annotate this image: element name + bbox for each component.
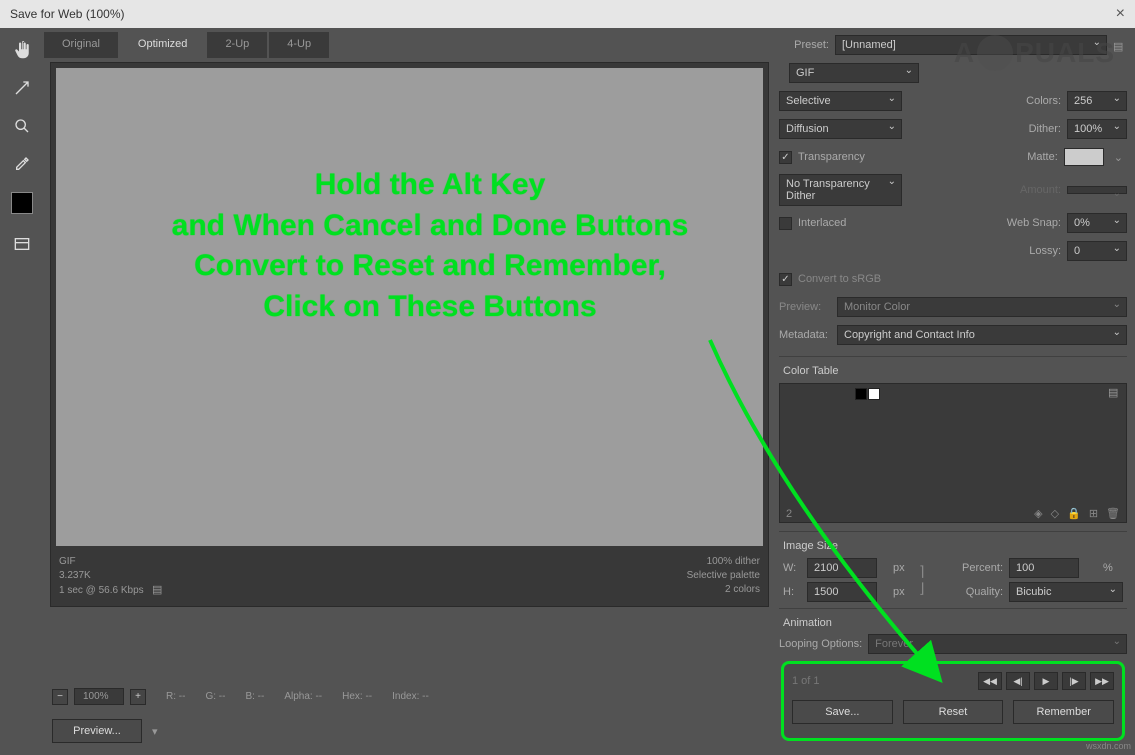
info-index: Index: --: [392, 691, 429, 702]
transparency-checkbox[interactable]: [779, 151, 792, 164]
matte-swatch[interactable]: [1064, 148, 1104, 166]
settings-panel: Preset: [Unnamed] GIF Selective Colors: …: [775, 28, 1135, 755]
animation-header: Animation: [779, 613, 1127, 633]
close-icon[interactable]: ×: [1116, 5, 1125, 23]
srgb-checkbox[interactable]: [779, 273, 792, 286]
zoom-tool-icon[interactable]: [8, 112, 36, 140]
title-bar: Save for Web (100%) ×: [0, 0, 1135, 28]
image-size-header: Image Size: [779, 536, 1127, 556]
metadata-dropdown[interactable]: Copyright and Contact Info: [837, 325, 1127, 345]
dither-dropdown[interactable]: 100%: [1067, 119, 1127, 139]
preview-button[interactable]: Preview...: [52, 719, 142, 743]
window-title: Save for Web (100%): [10, 7, 125, 21]
remember-button[interactable]: Remember: [1013, 700, 1114, 724]
info-g: G: --: [205, 691, 225, 702]
color-table[interactable]: 2 ◈ ◇ 🔒 ⊞ 🗑: [779, 383, 1127, 523]
save-button[interactable]: Save...: [792, 700, 893, 724]
view-tabs: Original Optimized 2-Up 4-Up: [44, 28, 775, 58]
canvas-meta-left: GIF 3.237K 1 sec @ 56.6 Kbps: [59, 555, 687, 598]
tab-2up[interactable]: 2-Up: [207, 32, 267, 58]
zoom-in-button[interactable]: +: [130, 689, 146, 705]
color-table-menu-icon[interactable]: [1108, 386, 1122, 396]
preset-dropdown[interactable]: [Unnamed]: [835, 35, 1107, 55]
websnap-dropdown[interactable]: 0%: [1067, 213, 1127, 233]
preset-label: Preset:: [779, 39, 829, 51]
eyedropper-tool-icon[interactable]: [8, 150, 36, 178]
color-count: 2: [786, 508, 792, 520]
color-swatch-0[interactable]: [855, 388, 867, 400]
foreground-color-swatch[interactable]: [11, 192, 33, 214]
tab-optimized[interactable]: Optimized: [120, 32, 206, 58]
color-table-header: Color Table: [779, 361, 1127, 381]
frame-indicator: 1 of 1: [792, 675, 832, 687]
ct-icon-3[interactable]: 🔒: [1067, 507, 1081, 520]
interlaced-checkbox[interactable]: [779, 217, 792, 230]
canvas-meta-right: 100% dither Selective palette 2 colors: [687, 555, 760, 598]
hand-tool-icon[interactable]: [8, 36, 36, 64]
anim-play-button[interactable]: ▶: [1034, 672, 1058, 690]
ct-icon-1[interactable]: ◈: [1034, 507, 1042, 520]
preview-canvas-frame: GIF 3.237K 1 sec @ 56.6 Kbps 100% dither…: [50, 62, 769, 607]
format-dropdown[interactable]: GIF: [789, 63, 919, 83]
link-dimensions-icon[interactable]: ⌉⌋: [919, 563, 937, 597]
preview-canvas[interactable]: [56, 68, 763, 546]
lossy-dropdown[interactable]: 0: [1067, 241, 1127, 261]
anim-prev-button[interactable]: ◀|: [1006, 672, 1030, 690]
transparency-dither-dropdown[interactable]: No Transparency Dither: [779, 174, 902, 206]
width-input[interactable]: [807, 558, 877, 578]
tab-original[interactable]: Original: [44, 32, 118, 58]
looping-dropdown[interactable]: Forever: [868, 634, 1127, 654]
slice-tool-icon[interactable]: [8, 74, 36, 102]
preset-flyout-icon[interactable]: [1113, 40, 1127, 50]
matte-menu-icon[interactable]: ⌄: [1110, 151, 1127, 164]
ct-icon-2[interactable]: ◇: [1051, 507, 1059, 520]
ct-trash-icon[interactable]: 🗑: [1106, 507, 1120, 520]
tab-4up[interactable]: 4-Up: [269, 32, 329, 58]
highlighted-controls: 1 of 1 ◀◀ ◀| ▶ |▶ ▶▶ Save... Reset Remem…: [781, 661, 1125, 741]
timing-menu-icon[interactable]: [152, 583, 166, 593]
quality-dropdown[interactable]: Bicubic: [1009, 582, 1123, 602]
anim-next-button[interactable]: |▶: [1062, 672, 1086, 690]
reset-button[interactable]: Reset: [903, 700, 1004, 724]
preview-dropdown[interactable]: Monitor Color: [837, 297, 1127, 317]
reduction-dropdown[interactable]: Selective: [779, 91, 902, 111]
anim-last-button[interactable]: ▶▶: [1090, 672, 1114, 690]
info-alpha: Alpha: --: [284, 691, 322, 702]
percent-input[interactable]: [1009, 558, 1079, 578]
source-tag: wsxdn.com: [1086, 741, 1131, 751]
info-bar: − 100% + R: -- G: -- B: -- Alpha: -- Hex…: [44, 682, 775, 711]
amount-dropdown: [1067, 186, 1127, 194]
height-input[interactable]: [807, 582, 877, 602]
info-r: R: --: [166, 691, 185, 702]
color-swatch-1[interactable]: [868, 388, 880, 400]
dither-method-dropdown[interactable]: Diffusion: [779, 119, 902, 139]
info-hex: Hex: --: [342, 691, 372, 702]
info-b: B: --: [245, 691, 264, 702]
colors-dropdown[interactable]: 256: [1067, 91, 1127, 111]
tool-strip: [0, 28, 44, 755]
zoom-out-button[interactable]: −: [52, 689, 68, 705]
ct-new-icon[interactable]: ⊞: [1089, 507, 1098, 520]
toggle-slices-icon[interactable]: [8, 230, 36, 258]
anim-first-button[interactable]: ◀◀: [978, 672, 1002, 690]
zoom-value[interactable]: 100%: [74, 688, 124, 705]
browser-menu-icon[interactable]: ▾: [152, 725, 158, 738]
